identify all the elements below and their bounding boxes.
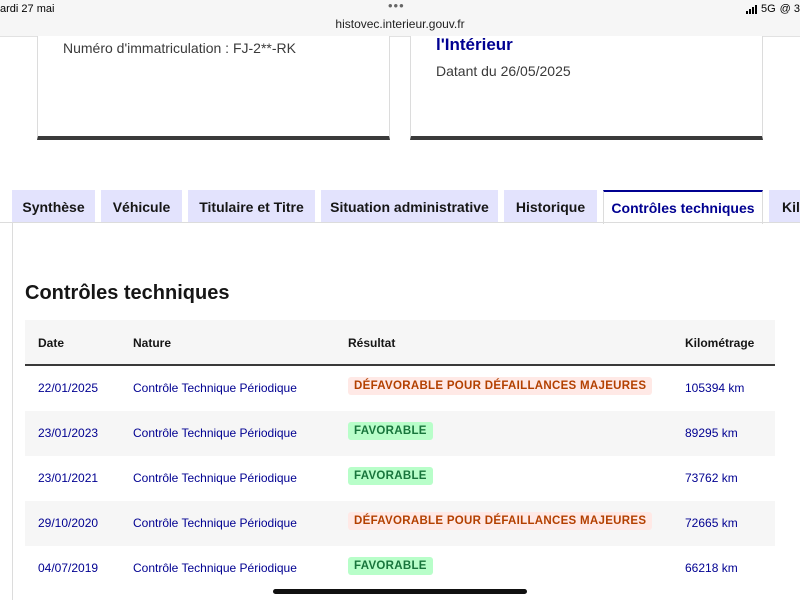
signal-icon [745, 4, 757, 14]
header-date: Date [38, 336, 65, 350]
result-badge-favorable: FAVORABLE [348, 467, 433, 485]
network-label: 5G [760, 3, 776, 15]
cell-km: 72665 km [685, 516, 738, 530]
registration-card: Numéro d'immatriculation : FJ-2**-RK [37, 36, 390, 140]
registration-number: Numéro d'immatriculation : FJ-2**-RK [63, 40, 296, 56]
more-dots-icon[interactable]: ••• [388, 0, 405, 13]
cell-result: FAVORABLE [348, 467, 433, 485]
cell-result: DÉFAVORABLE POUR DÉFAILLANCES MAJEURES [348, 377, 653, 395]
header-result: Résultat [348, 336, 396, 350]
table-row: 23/01/2023 Contrôle Technique Périodique… [25, 411, 775, 456]
result-badge-unfavorable: DÉFAVORABLE POUR DÉFAILLANCES MAJEURES [348, 377, 653, 395]
result-badge-favorable: FAVORABLE [348, 422, 433, 440]
address-bar-url[interactable]: histovec.interieur.gouv.fr [0, 17, 800, 31]
tab-bar: Synthèse Véhicule Titulaire et Titre Sit… [12, 190, 800, 224]
source-card: l'Intérieur Datant du 26/05/2025 [410, 35, 763, 140]
cell-km: 66218 km [685, 561, 738, 575]
cell-km: 73762 km [685, 471, 738, 485]
cell-nature: Contrôle Technique Périodique [133, 561, 297, 575]
tab-synthese[interactable]: Synthèse [12, 190, 95, 223]
cell-km: 89295 km [685, 426, 738, 440]
cell-date: 23/01/2023 [38, 426, 99, 440]
result-badge-unfavorable: DÉFAVORABLE POUR DÉFAILLANCES MAJEURES [348, 512, 653, 530]
cell-nature: Contrôle Technique Périodique [133, 381, 297, 395]
tab-historique[interactable]: Historique [504, 190, 597, 223]
table-header: Date Nature Résultat Kilométrage [25, 320, 775, 366]
cell-nature: Contrôle Technique Périodique [133, 471, 297, 485]
source-entity: l'Intérieur [436, 35, 513, 54]
cell-nature: Contrôle Technique Périodique [133, 426, 297, 440]
tab-titulaire-titre[interactable]: Titulaire et Titre [188, 190, 315, 223]
header-nature: Nature [133, 336, 172, 350]
tab-controles-techniques[interactable]: Contrôles techniques [603, 190, 763, 224]
tab-kilometrage[interactable]: Kilo [769, 190, 800, 223]
cell-result: DÉFAVORABLE POUR DÉFAILLANCES MAJEURES [348, 512, 653, 530]
status-indicators: 5G @ 3 [745, 3, 800, 15]
result-badge-favorable: FAVORABLE [348, 557, 433, 575]
status-extra: @ 3 [779, 3, 800, 15]
status-bar: ardi 27 mai ••• histovec.interieur.gouv.… [0, 0, 800, 37]
cell-date: 23/01/2021 [38, 471, 99, 485]
cell-result: FAVORABLE [348, 422, 433, 440]
panel-left-border [12, 222, 13, 600]
header-km: Kilométrage [685, 336, 755, 350]
cell-km: 105394 km [685, 381, 745, 395]
source-date: Datant du 26/05/2025 [436, 63, 571, 79]
section-title: Contrôles techniques [25, 282, 230, 304]
home-indicator[interactable] [273, 589, 527, 594]
cell-date: 22/01/2025 [38, 381, 99, 395]
table-row: 04/07/2019 Contrôle Technique Périodique… [25, 546, 775, 591]
tab-situation-administrative[interactable]: Situation administrative [321, 190, 498, 223]
table-row: 23/01/2021 Contrôle Technique Périodique… [25, 456, 775, 501]
status-date: ardi 27 mai [0, 3, 55, 15]
tab-vehicule[interactable]: Véhicule [101, 190, 182, 223]
table-row: 29/10/2020 Contrôle Technique Périodique… [25, 501, 775, 546]
cell-date: 29/10/2020 [38, 516, 99, 530]
cell-result: FAVORABLE [348, 557, 433, 575]
controls-table: Date Nature Résultat Kilométrage 22/01/2… [25, 320, 775, 591]
panel-top-border [0, 222, 800, 223]
table-row: 22/01/2025 Contrôle Technique Périodique… [25, 366, 775, 411]
cell-date: 04/07/2019 [38, 561, 99, 575]
cell-nature: Contrôle Technique Périodique [133, 516, 297, 530]
